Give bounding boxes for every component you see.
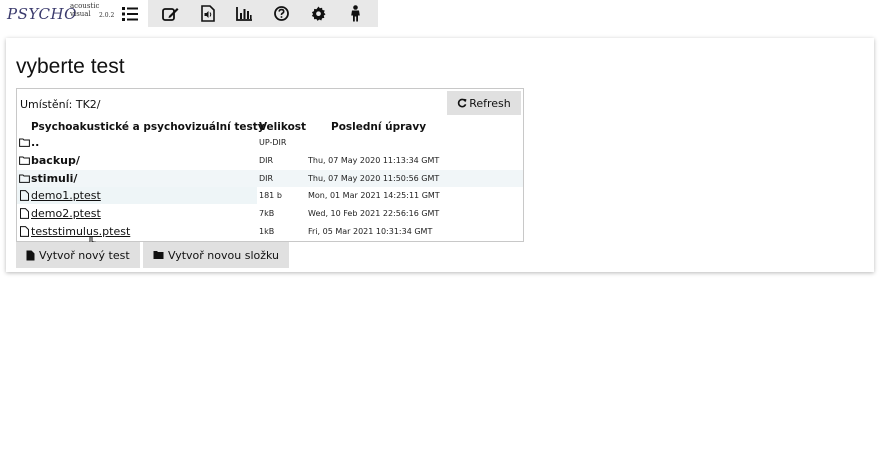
main-toolbar [148,0,378,27]
gear-icon [311,6,326,21]
logo-line-2: visual [70,10,91,18]
folder-icon [19,174,30,183]
refresh-icon [458,98,467,108]
top-bar: PSYCHO acoustic visual 2.0.2 [0,0,378,27]
help-icon [274,6,289,21]
column-header-modified[interactable]: Poslední úpravy [331,121,426,133]
column-header-size[interactable]: Velikost [259,121,306,133]
file-icon [20,208,29,219]
file-row-demo2[interactable]: demo2.ptest 7kB Wed, 10 Feb 2021 22:56:1… [17,205,523,222]
audio-file-button[interactable] [189,0,226,27]
folder-icon [153,251,164,259]
file-row-date: Thu, 07 May 2020 11:50:56 GMT [308,174,440,183]
settings-button[interactable] [300,0,337,27]
column-header-name[interactable]: Psychoakustické a psychovizuální testy [31,121,265,133]
file-row-date: Mon, 01 Mar 2021 14:25:11 GMT [308,191,440,200]
location-label: Umístění: TK2/ [20,98,101,111]
file-row-name: backup/ [31,154,80,167]
bar-chart-icon [236,7,252,21]
file-row-size: 1kB [259,227,275,236]
list-menu-button[interactable] [112,0,148,27]
file-row-size: 7kB [259,209,275,218]
refresh-button[interactable]: Refresh [447,91,521,115]
folder-icon [19,156,30,165]
new-test-label: Vytvoř nový test [39,248,130,262]
file-row-size: UP-DIR [259,138,287,147]
page-title: vyberte test [16,55,125,78]
edit-button[interactable] [152,0,189,27]
file-row-up[interactable]: .. UP-DIR [17,134,523,151]
file-browser: Umístění: TK2/ Refresh Psychoakustické a… [16,88,524,254]
file-icon [20,226,29,237]
main-panel: vyberte test Umístění: TK2/ Refresh Psyc… [6,38,874,272]
statistics-button[interactable] [226,0,263,27]
app-logo[interactable]: PSYCHO acoustic visual 2.0.2 [0,0,115,27]
refresh-label: Refresh [469,96,511,110]
file-row-demo1[interactable]: demo1.ptest 181 b Mon, 01 Mar 2021 14:25… [17,187,523,204]
logo-line-1: acoustic [70,2,100,10]
file-row-size: DIR [259,174,274,183]
file-row-size: DIR [259,156,274,165]
file-row-backup[interactable]: backup/ DIR Thu, 07 May 2020 11:13:34 GM… [17,152,523,169]
logo-version: 2.0.2 [99,12,115,19]
edit-icon [162,7,179,21]
logo-main-text: PSYCHO [7,5,77,23]
file-row-name[interactable]: demo2.ptest [31,207,101,220]
file-row-name: .. [31,136,40,149]
file-row-date: Thu, 07 May 2020 11:13:34 GMT [308,156,440,165]
file-row-name[interactable]: teststimulus.ptest [31,225,130,238]
file-row-date: Wed, 10 Feb 2021 22:56:16 GMT [308,209,440,218]
list-icon [122,6,138,21]
file-icon [20,190,29,201]
new-folder-button[interactable]: Vytvoř novou složku [143,242,290,268]
file-row-stimuli[interactable]: stimuli/ DIR Thu, 07 May 2020 11:50:56 G… [17,170,523,187]
file-row-name: stimuli/ [31,172,78,185]
help-button[interactable] [263,0,300,27]
file-row-size: 181 b [259,191,282,200]
file-icon [26,250,35,260]
new-folder-label: Vytvoř novou složku [168,248,280,262]
folder-icon [19,138,30,147]
user-button[interactable] [337,0,374,27]
file-row-name[interactable]: demo1.ptest [31,189,101,202]
new-test-button[interactable]: Vytvoř nový test [16,242,140,268]
audio-file-icon [200,5,215,22]
person-icon [351,5,360,22]
file-row-date: Fri, 05 Mar 2021 10:31:34 GMT [308,227,433,236]
